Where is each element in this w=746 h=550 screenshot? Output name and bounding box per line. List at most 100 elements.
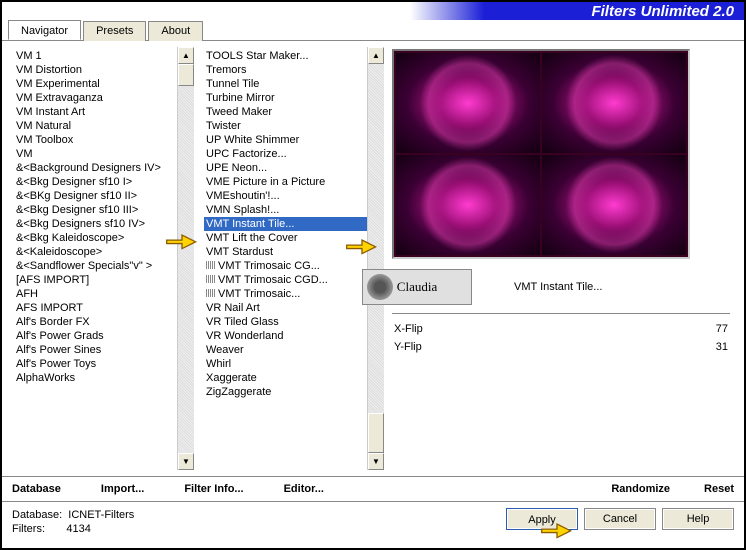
- list-item[interactable]: VMEshoutin'!...: [204, 189, 367, 203]
- list-item[interactable]: &<Background Designers IV>: [14, 161, 177, 175]
- toolbar-action[interactable]: Randomize: [609, 481, 672, 497]
- list-item[interactable]: VMN Splash!...: [204, 203, 367, 217]
- list-item[interactable]: VR Tiled Glass: [204, 315, 367, 329]
- list-item[interactable]: UPC Factorize...: [204, 147, 367, 161]
- list-item[interactable]: Whirl: [204, 357, 367, 371]
- list-item[interactable]: VMT Trimosaic CGD...: [204, 273, 367, 287]
- dialog-buttons: Apply Cancel Help: [506, 508, 734, 530]
- param-row[interactable]: X-Flip 77: [392, 320, 730, 338]
- bottom-bar: Database: ICNET-Filters Filters: 4134 Ap…: [2, 501, 744, 542]
- list-item[interactable]: Tweed Maker: [204, 105, 367, 119]
- list-item[interactable]: Tremors: [204, 63, 367, 77]
- main-area: VM 1VM DistortionVM ExperimentalVM Extra…: [2, 41, 744, 476]
- list-item[interactable]: VMT Trimosaic...: [204, 287, 367, 301]
- list-item[interactable]: VM Natural: [14, 119, 177, 133]
- list-item[interactable]: &<Kaleidoscope>: [14, 245, 177, 259]
- category-list-container: VM 1VM DistortionVM ExperimentalVM Extra…: [8, 47, 194, 470]
- list-item[interactable]: VMT Instant Tile...: [204, 217, 367, 231]
- list-item[interactable]: VM: [14, 147, 177, 161]
- list-item[interactable]: VM Instant Art: [14, 105, 177, 119]
- tab-presets[interactable]: Presets: [83, 21, 146, 41]
- toolbar-right: Randomize Reset: [609, 481, 736, 497]
- toolbar: Database Import... Filter Info... Editor...…: [2, 476, 744, 501]
- param-value: 31: [716, 341, 728, 353]
- list-item[interactable]: &<Bkg Designer sf10 III>: [14, 203, 177, 217]
- list-item[interactable]: VM Distortion: [14, 63, 177, 77]
- status-filters-value: 4134: [66, 523, 90, 535]
- status-filters-label: Filters:: [12, 523, 45, 535]
- list-item[interactable]: VMT Trimosaic CG...: [204, 259, 367, 273]
- toolbar-action[interactable]: Database: [10, 481, 63, 497]
- tab-about[interactable]: About: [148, 21, 203, 41]
- scroll-up-icon[interactable]: ▲: [368, 47, 384, 64]
- divider: [392, 313, 730, 314]
- list-item[interactable]: Alf's Power Toys: [14, 357, 177, 371]
- scroll-down-icon[interactable]: ▼: [178, 453, 194, 470]
- list-item[interactable]: Turbine Mirror: [204, 91, 367, 105]
- list-item[interactable]: &<Bkg Designers sf10 IV>: [14, 217, 177, 231]
- toolbar-action[interactable]: Editor...: [282, 481, 326, 497]
- list-item[interactable]: &<BKg Designer sf10 II>: [14, 189, 177, 203]
- preview-image: [392, 49, 690, 259]
- cancel-button[interactable]: Cancel: [584, 508, 656, 530]
- current-filter-name: VMT Instant Tile...: [512, 279, 730, 295]
- list-item[interactable]: VM 1: [14, 49, 177, 63]
- list-item[interactable]: VM Experimental: [14, 77, 177, 91]
- list-item[interactable]: ZigZaggerate: [204, 385, 367, 399]
- param-name: X-Flip: [394, 323, 423, 335]
- status-db-value: ICNET-Filters: [68, 509, 134, 521]
- parameter-list: X-Flip 77 Y-Flip 31: [392, 320, 730, 356]
- list-item[interactable]: VR Wonderland: [204, 329, 367, 343]
- list-item[interactable]: Xaggerate: [204, 371, 367, 385]
- param-value: 77: [716, 323, 728, 335]
- apply-button[interactable]: Apply: [506, 508, 578, 530]
- scrollbar-thumb[interactable]: [178, 64, 194, 86]
- list-item[interactable]: AFH: [14, 287, 177, 301]
- param-row[interactable]: Y-Flip 31: [392, 338, 730, 356]
- list-item[interactable]: &<Sandflower Specials"v" >: [14, 259, 177, 273]
- list-item[interactable]: AlphaWorks: [14, 371, 177, 385]
- preview-panel: Claudia VMT Instant Tile... X-Flip 77 Y-Fl…: [388, 47, 738, 470]
- list-item[interactable]: VR Nail Art: [204, 301, 367, 315]
- scroll-down-icon[interactable]: ▼: [368, 453, 384, 470]
- list-item[interactable]: Alf's Power Grads: [14, 329, 177, 343]
- toolbar-action[interactable]: Import...: [99, 481, 146, 497]
- list-item[interactable]: Tunnel Tile: [204, 77, 367, 91]
- list-item[interactable]: AFS IMPORT: [14, 301, 177, 315]
- list-item[interactable]: VM Extravaganza: [14, 91, 177, 105]
- app-title: Filters Unlimited 2.0: [591, 3, 734, 20]
- list-item[interactable]: Weaver: [204, 343, 367, 357]
- list-item[interactable]: VMT Stardust: [204, 245, 367, 259]
- title-bar: Filters Unlimited 2.0: [2, 2, 744, 20]
- list-item[interactable]: UP White Shimmer: [204, 133, 367, 147]
- scrollbar-thumb[interactable]: [368, 413, 384, 453]
- category-list[interactable]: VM 1VM DistortionVM ExperimentalVM Extra…: [8, 47, 177, 470]
- list-item[interactable]: Twister: [204, 119, 367, 133]
- scroll-up-icon[interactable]: ▲: [178, 47, 194, 64]
- param-name: Y-Flip: [394, 341, 422, 353]
- list-item[interactable]: Alf's Border FX: [14, 315, 177, 329]
- filter-list[interactable]: TOOLS Star Maker...TremorsTunnel TileTur…: [198, 47, 367, 470]
- list-item[interactable]: Alf's Power Sines: [14, 343, 177, 357]
- help-button[interactable]: Help: [662, 508, 734, 530]
- status-area: Database: ICNET-Filters Filters: 4134: [12, 508, 506, 536]
- filter-list-container: TOOLS Star Maker...TremorsTunnel TileTur…: [198, 47, 384, 470]
- list-item[interactable]: VMT Lift the Cover: [204, 231, 367, 245]
- list-item[interactable]: VME Picture in a Picture: [204, 175, 367, 189]
- tab-strip: Navigator Presets About: [2, 20, 744, 41]
- list-item[interactable]: &<Bkg Kaleidoscope>: [14, 231, 177, 245]
- filter-name-row: Claudia VMT Instant Tile...: [392, 269, 730, 305]
- author-badge: Claudia: [362, 269, 472, 305]
- status-db-label: Database:: [12, 509, 62, 521]
- toolbar-action[interactable]: Filter Info...: [182, 481, 245, 497]
- category-scrollbar[interactable]: ▲ ▼: [177, 47, 194, 470]
- list-item[interactable]: UPE Neon...: [204, 161, 367, 175]
- tab-navigator[interactable]: Navigator: [8, 20, 81, 40]
- list-item[interactable]: &<Bkg Designer sf10 I>: [14, 175, 177, 189]
- list-item[interactable]: TOOLS Star Maker...: [204, 49, 367, 63]
- filter-scrollbar[interactable]: ▲ ▼: [367, 47, 384, 470]
- list-item[interactable]: [AFS IMPORT]: [14, 273, 177, 287]
- toolbar-action[interactable]: Reset: [702, 481, 736, 497]
- toolbar-left: Database Import... Filter Info... Editor...: [10, 481, 569, 497]
- list-item[interactable]: VM Toolbox: [14, 133, 177, 147]
